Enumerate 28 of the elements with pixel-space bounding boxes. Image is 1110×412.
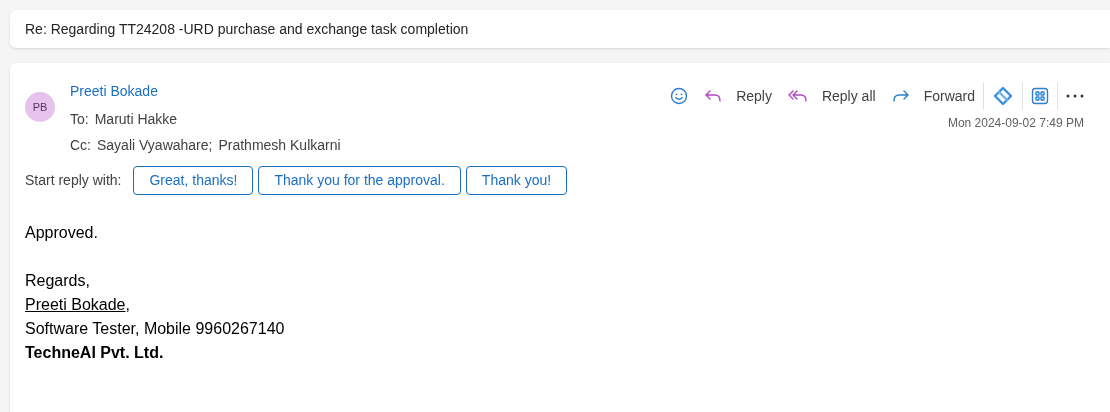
quick-reply-button[interactable]: Great, thanks! — [133, 166, 254, 195]
recipient-name[interactable]: Prathmesh Kulkarni — [218, 135, 341, 156]
recipient-name[interactable]: Sayali Vyawahare; — [97, 135, 213, 156]
message-date: Mon 2024-09-02 7:49 PM — [947, 115, 1084, 132]
sender-name[interactable]: Preeti Bokade — [70, 81, 158, 102]
recipient-name[interactable]: Maruti Hakke — [94, 109, 178, 130]
reply-icon — [704, 89, 723, 103]
quick-reply-label: Start reply with: — [25, 171, 122, 190]
reply-button[interactable]: Reply — [696, 80, 780, 112]
smiley-icon[interactable] — [670, 87, 689, 105]
reply-all-icon — [787, 89, 808, 103]
body-text: Approved. — [25, 223, 99, 243]
signature-name: Preeti Bokade — [25, 295, 126, 315]
body-text: Regards, — [25, 271, 91, 291]
more-icon[interactable] — [1066, 94, 1084, 98]
signature-comma: , — [125, 295, 130, 315]
avatar: PB — [25, 92, 55, 122]
forward-button[interactable]: Forward — [883, 80, 983, 112]
to-label: To: — [70, 110, 89, 129]
quick-reply-button[interactable]: Thank you! — [465, 166, 568, 195]
apps-icon[interactable] — [1031, 87, 1049, 105]
forward-icon — [891, 89, 910, 103]
quick-reply-button[interactable]: Thank you for the approval. — [258, 166, 461, 195]
cc-label: Cc: — [70, 136, 91, 155]
company-name: TechneAI Pvt. Ltd. — [25, 343, 165, 363]
reply-all-button[interactable]: Reply all — [779, 80, 884, 112]
body-text: Software Tester, Mobile 9960267140 — [25, 319, 286, 339]
subject-title: Re: Regarding TT24208 -URD purchase and exchange task completion — [25, 19, 469, 39]
